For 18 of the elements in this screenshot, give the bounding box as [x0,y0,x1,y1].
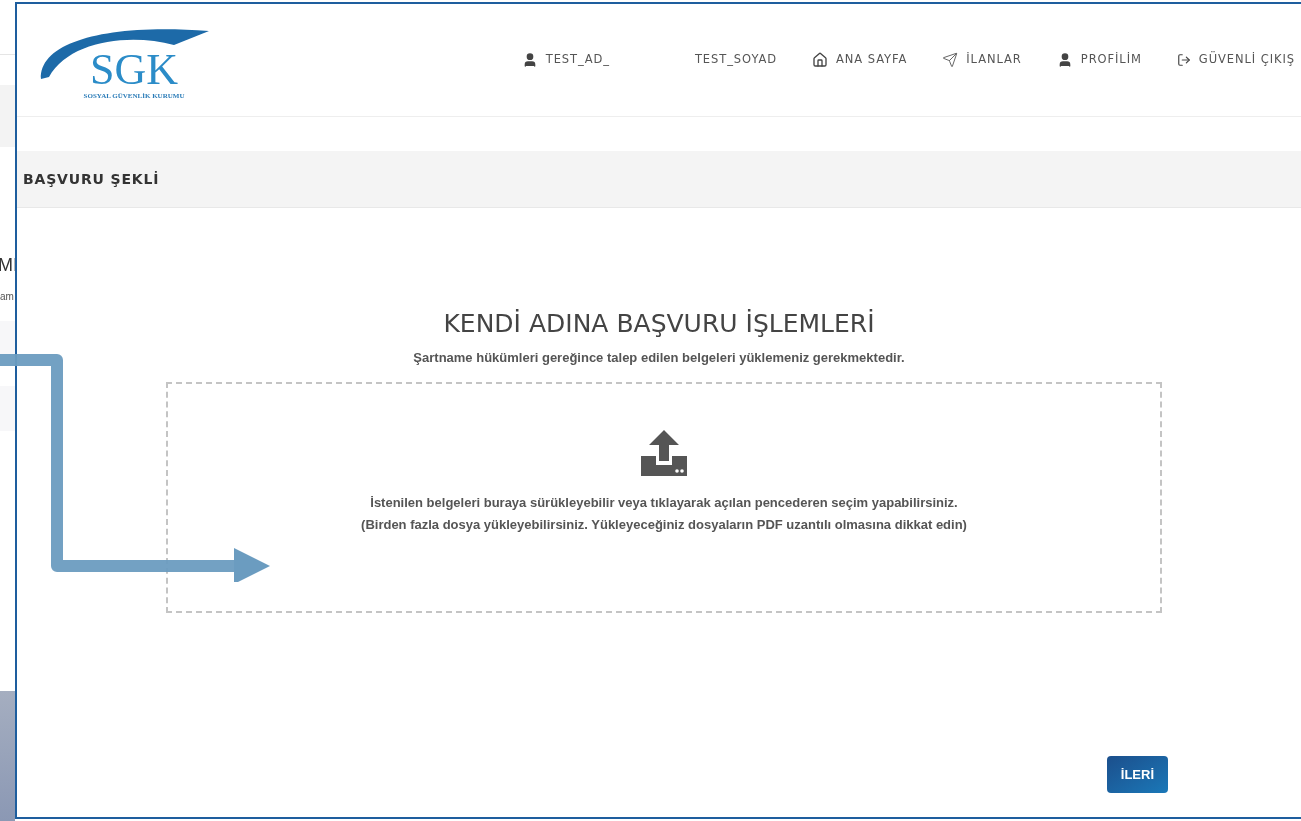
nav-link[interactable]: GÜVENLİ ÇIKIŞ [1176,51,1295,69]
page-subtitle: Şartname hükümleri gereğince talep edilen belgeleri yüklemeniz gerekmektedir. [413,349,905,367]
next-button[interactable]: İLERİ [1106,756,1168,793]
nav-link[interactable]: TEST_AD_ [521,51,610,69]
logout-icon [1176,53,1191,67]
nav-link[interactable]: PROFİLİM [1056,51,1142,69]
dropzone-instruction: (Birden fazla dosya yükleyebilirsiniz. Yükleyeceğiniz dosyaların PDF uzantılı olmasına dikkat edin) [361,515,967,534]
page-title: KENDİ ADINA BAŞVURU İŞLEMLERİ [443,308,875,340]
upload-icon [639,427,689,478]
home-icon [812,52,829,68]
dropzone-instruction: İstenilen belgeleri buraya sürükleyebilir veya tıklayarak açılan pencederen seçim yapabilirsiniz. [370,493,958,512]
nav-link[interactable]: İLANLAR [942,51,1022,69]
logo-wordmark: SGK [89,48,178,92]
nav-link[interactable]: TEST_SOYAD [694,51,778,69]
section-title: BAŞVURU ŞEKLİ [23,169,160,189]
text-fragment: am [0,291,15,303]
nav-link[interactable]: ANA SAYFA [812,51,908,69]
paper-plane-icon [942,52,959,68]
